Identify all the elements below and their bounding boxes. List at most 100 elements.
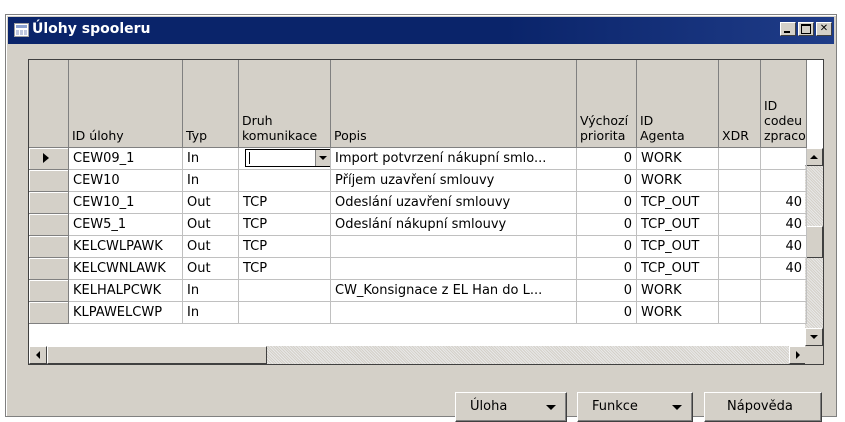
cell-xdr[interactable] [719, 280, 761, 302]
vertical-scroll-thumb[interactable] [805, 226, 823, 258]
row-selector[interactable] [29, 170, 69, 192]
row-selector[interactable] [29, 192, 69, 214]
cell-job-id[interactable]: KELCWNLAWK [69, 258, 183, 280]
comm-type-value: TCP [243, 239, 268, 254]
cell-xdr[interactable] [719, 148, 761, 170]
codeunit-id-value: 40 [785, 217, 802, 232]
cell-type[interactable]: In [183, 280, 239, 302]
cell-description[interactable]: Import potvrzení nákupní smlo... [331, 148, 577, 170]
cell-xdr[interactable] [719, 170, 761, 192]
cell-description[interactable] [331, 302, 577, 324]
napoveda-button[interactable]: Nápověda [704, 392, 822, 422]
cell-job-id[interactable]: KELCWLPAWK [69, 236, 183, 258]
row-selector[interactable] [29, 280, 69, 302]
cell-codeunit-id[interactable] [761, 148, 807, 170]
cell-job-id[interactable]: KLPAWELCWP [69, 302, 183, 324]
cell-comm-type[interactable]: TCP [239, 236, 331, 258]
uloha-menu-button[interactable]: Úloha [455, 392, 567, 422]
cell-default-priority[interactable]: 0 [577, 192, 637, 214]
cell-job-id[interactable]: CEW10_1 [69, 192, 183, 214]
column-header-agent-id[interactable]: ID Agenta [637, 60, 719, 148]
scroll-down-button[interactable] [805, 328, 823, 346]
cell-type[interactable]: In [183, 302, 239, 324]
cell-agent-id[interactable]: TCP_OUT [637, 214, 719, 236]
maximize-button[interactable] [798, 22, 814, 36]
cell-comm-type[interactable] [239, 302, 331, 324]
cell-xdr[interactable] [719, 214, 761, 236]
funkce-menu-button[interactable]: Funkce [577, 392, 693, 422]
cell-agent-id[interactable]: TCP_OUT [637, 192, 719, 214]
cell-description[interactable] [331, 258, 577, 280]
cell-default-priority[interactable]: 0 [577, 170, 637, 192]
column-header-codeunit-id[interactable]: ID codeu zpracování [761, 60, 807, 148]
cell-type[interactable]: In [183, 148, 239, 170]
column-header-default-priority[interactable]: Výchozí priorita [577, 60, 637, 148]
scroll-up-button[interactable] [805, 148, 823, 166]
cell-description[interactable]: Odeslání uzavření smlouvy [331, 192, 577, 214]
column-header-description[interactable]: Popis [331, 60, 577, 148]
row-selector[interactable] [29, 148, 69, 170]
cell-type[interactable]: Out [183, 214, 239, 236]
cell-job-id[interactable]: CEW10 [69, 170, 183, 192]
cell-comm-type[interactable] [239, 170, 331, 192]
chevron-down-icon[interactable] [315, 150, 330, 166]
cell-description[interactable]: Příjem uzavření smlouvy [331, 170, 577, 192]
column-header-comm-type[interactable]: Druh komunikace [239, 60, 331, 148]
cell-xdr[interactable] [719, 236, 761, 258]
cell-agent-id[interactable]: WORK [637, 170, 719, 192]
cell-agent-id[interactable]: WORK [637, 302, 719, 324]
column-header-label: Druh komunikace [242, 113, 318, 143]
cell-agent-id[interactable]: TCP_OUT [637, 236, 719, 258]
title-bar[interactable]: Úlohy spooleru ✕ [8, 17, 834, 44]
cell-comm-type[interactable]: TCP [239, 258, 331, 280]
cell-default-priority[interactable]: 0 [577, 280, 637, 302]
minimize-button[interactable] [780, 22, 796, 36]
cell-agent-id[interactable]: WORK [637, 280, 719, 302]
cell-job-id[interactable]: CEW09_1 [69, 148, 183, 170]
cell-codeunit-id[interactable]: 40 [761, 236, 807, 258]
cell-type[interactable]: In [183, 170, 239, 192]
cell-codeunit-id[interactable] [761, 302, 807, 324]
cell-xdr[interactable] [719, 192, 761, 214]
cell-comm-type[interactable] [239, 148, 331, 170]
column-header-job-id[interactable]: ID úlohy [69, 60, 183, 148]
column-header-xdr[interactable]: XDR [719, 60, 761, 148]
cell-description[interactable] [331, 236, 577, 258]
cell-codeunit-id[interactable] [761, 280, 807, 302]
cell-xdr[interactable] [719, 302, 761, 324]
cell-comm-type[interactable] [239, 280, 331, 302]
cell-codeunit-id[interactable] [761, 170, 807, 192]
cell-description[interactable]: Odeslání nákupní smlouvy [331, 214, 577, 236]
cell-type[interactable]: Out [183, 236, 239, 258]
cell-default-priority[interactable]: 0 [577, 302, 637, 324]
cell-type[interactable]: Out [183, 258, 239, 280]
cell-xdr[interactable] [719, 258, 761, 280]
cell-default-priority[interactable]: 0 [577, 258, 637, 280]
row-selector[interactable] [29, 236, 69, 258]
job-id-value: KELHALPCWK [73, 283, 162, 298]
row-selector[interactable] [29, 258, 69, 280]
cell-codeunit-id[interactable]: 40 [761, 258, 807, 280]
horizontal-scrollbar[interactable] [29, 346, 807, 364]
horizontal-scroll-thumb[interactable] [47, 346, 267, 364]
cell-comm-type[interactable]: TCP [239, 214, 331, 236]
comm-type-dropdown[interactable] [245, 149, 330, 167]
cell-description[interactable]: CW_Konsignace z EL Han do L... [331, 280, 577, 302]
scroll-left-button[interactable] [29, 346, 47, 364]
row-selector[interactable] [29, 302, 69, 324]
cell-codeunit-id[interactable]: 40 [761, 192, 807, 214]
column-header-type[interactable]: Typ [183, 60, 239, 148]
cell-type[interactable]: Out [183, 192, 239, 214]
cell-job-id[interactable]: KELHALPCWK [69, 280, 183, 302]
cell-default-priority[interactable]: 0 [577, 148, 637, 170]
cell-default-priority[interactable]: 0 [577, 236, 637, 258]
cell-comm-type[interactable]: TCP [239, 192, 331, 214]
cell-agent-id[interactable]: WORK [637, 148, 719, 170]
cell-agent-id[interactable]: TCP_OUT [637, 258, 719, 280]
close-button[interactable]: ✕ [816, 22, 832, 36]
cell-codeunit-id[interactable]: 40 [761, 214, 807, 236]
cell-job-id[interactable]: CEW5_1 [69, 214, 183, 236]
cell-default-priority[interactable]: 0 [577, 214, 637, 236]
row-selector[interactable] [29, 214, 69, 236]
vertical-scrollbar[interactable] [805, 148, 823, 346]
